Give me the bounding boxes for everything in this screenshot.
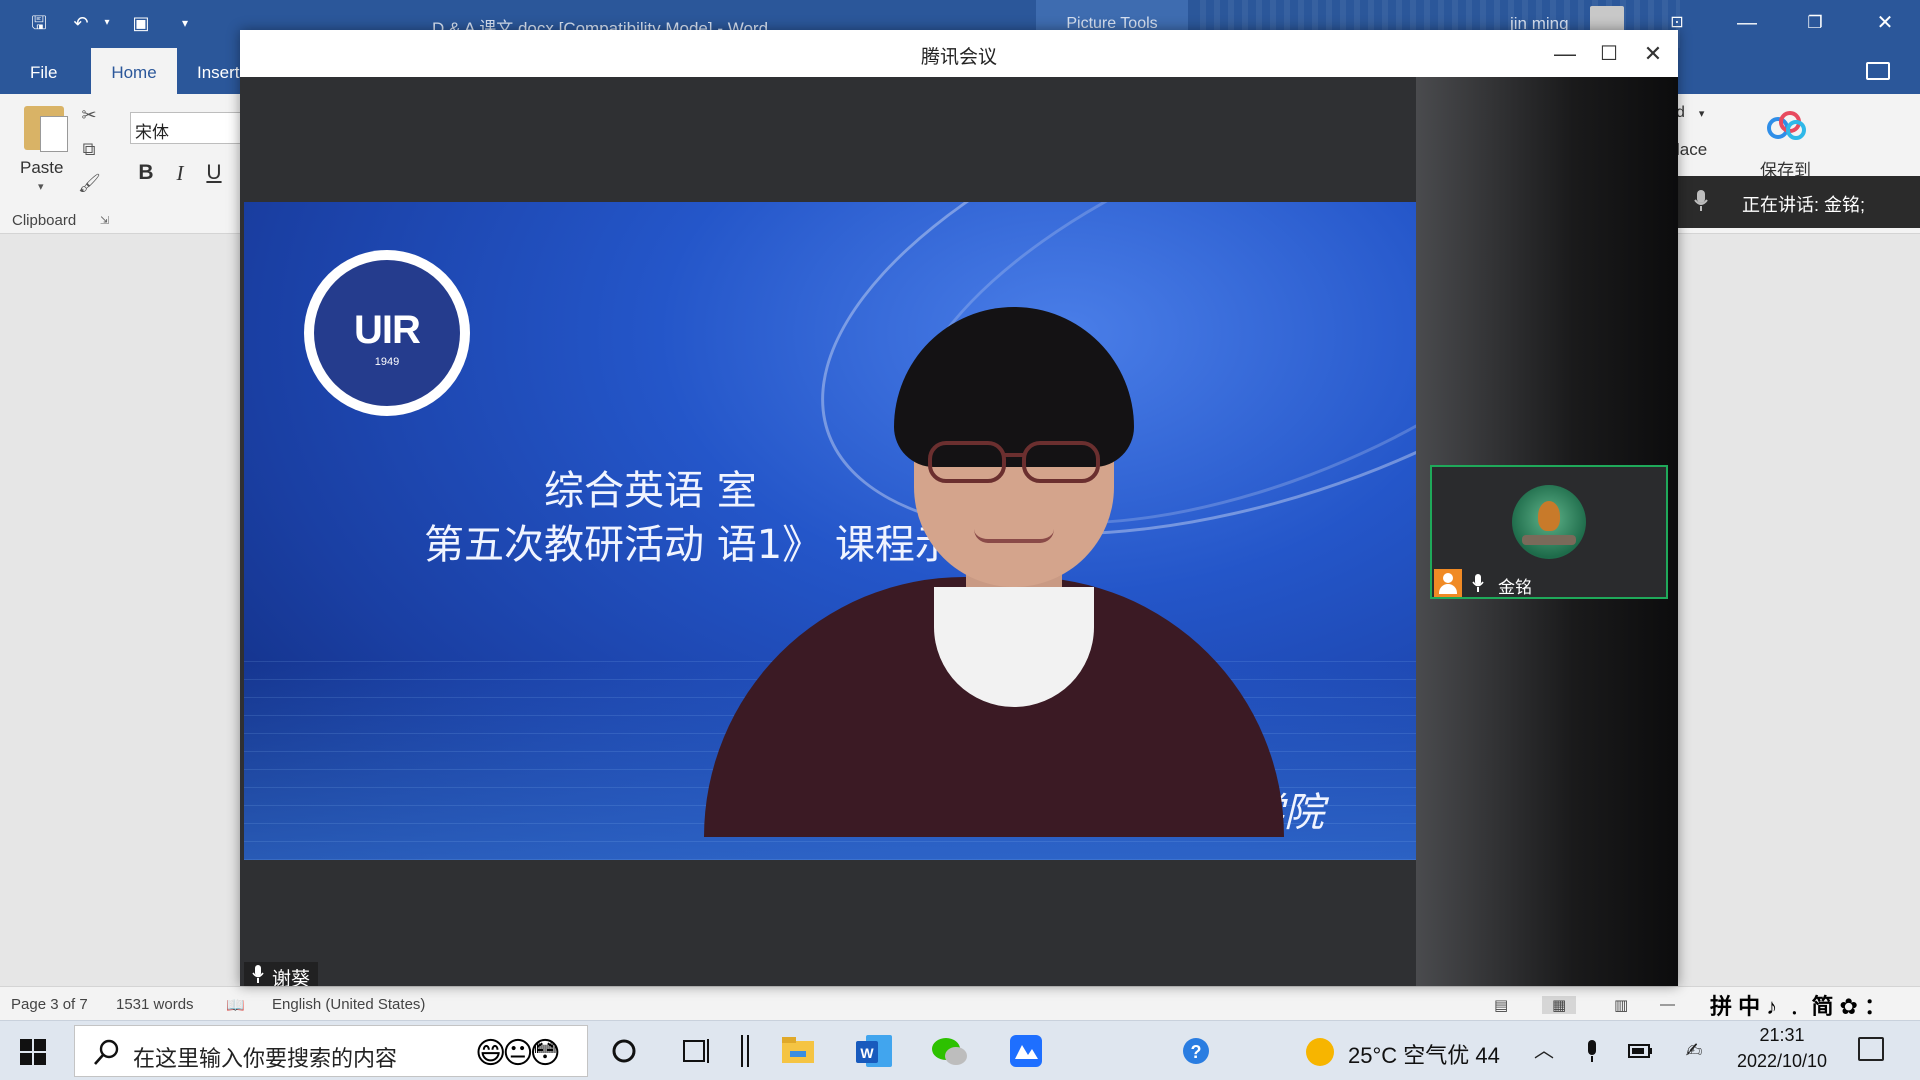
restore-icon[interactable]: ❐ bbox=[1800, 10, 1830, 36]
university-logo: UIR 1949 bbox=[304, 250, 470, 416]
find-button-partial[interactable]: d ▾ bbox=[1676, 104, 1704, 122]
status-bar: Page 3 of 7 1531 words 📖 English (United… bbox=[0, 986, 1920, 1020]
zoom-out-icon[interactable]: — bbox=[1660, 996, 1675, 1013]
help-icon[interactable]: ? bbox=[1172, 1029, 1224, 1073]
weather-widget[interactable]: 25°C 空气优 44 bbox=[1348, 1038, 1500, 1070]
find-dropdown-icon[interactable]: ▾ bbox=[1699, 108, 1705, 120]
participant-panel: 金铭 bbox=[1416, 77, 1678, 986]
save-icon[interactable]: ▣ bbox=[130, 12, 152, 34]
svg-text:W: W bbox=[860, 1045, 874, 1061]
font-name-field[interactable]: 宋体 bbox=[130, 112, 250, 144]
search-highlight-emoji[interactable]: 😄😐😳 bbox=[475, 1036, 561, 1071]
host-icon bbox=[1434, 569, 1462, 597]
clipboard-group-label: Clipboard bbox=[12, 212, 77, 229]
minimize-icon[interactable]: — bbox=[1732, 10, 1762, 36]
show-hidden-icons-icon[interactable]: ︿ bbox=[1530, 1037, 1558, 1065]
undo-dropdown-icon[interactable]: ▾ bbox=[96, 12, 118, 34]
main-speaker-label: 谢葵 bbox=[244, 962, 319, 986]
read-mode-icon[interactable]: ▤ bbox=[1494, 996, 1508, 1014]
participant-avatar bbox=[1512, 485, 1586, 559]
web-layout-icon[interactable]: ▥ bbox=[1614, 996, 1628, 1014]
taskbar-search[interactable]: 在这里输入你要搜索的内容 😄😐😳 bbox=[74, 1025, 588, 1077]
taskbar-divider-icon bbox=[741, 1035, 749, 1067]
participant-tile[interactable]: 金铭 bbox=[1430, 465, 1668, 599]
search-icon bbox=[94, 1039, 119, 1065]
comments-icon[interactable] bbox=[1866, 62, 1890, 80]
main-video[interactable]: UIR 1949 综合英语 室 第五次教研活动 语1》 课程示范课 关系学院 bbox=[244, 77, 1416, 986]
microphone-icon bbox=[1694, 190, 1708, 211]
windows-start-icon[interactable] bbox=[20, 1039, 46, 1065]
wechat-icon[interactable] bbox=[924, 1029, 976, 1073]
language-indicator[interactable]: English (United States) bbox=[272, 996, 425, 1013]
meeting-maximize-icon[interactable]: ☐ bbox=[1592, 38, 1626, 70]
cut-icon[interactable]: ✂ bbox=[78, 104, 100, 126]
customize-toolbar-icon[interactable]: ▾ bbox=[174, 12, 196, 34]
battery-icon[interactable] bbox=[1626, 1037, 1654, 1065]
pen-icon[interactable]: ✍ bbox=[1680, 1037, 1708, 1065]
main-speaker-name: 谢葵 bbox=[272, 969, 311, 986]
glasses bbox=[928, 441, 1100, 483]
file-explorer-icon[interactable] bbox=[772, 1029, 824, 1073]
cortana-icon[interactable] bbox=[598, 1029, 650, 1073]
meeting-window: 腾讯会议 — ☐ ✕ UIR 1949 综合英语 室 第五次教研活动 语1》 课… bbox=[240, 30, 1678, 986]
meeting-title-bar: 腾讯会议 — ☐ ✕ bbox=[240, 30, 1678, 77]
meeting-minimize-icon[interactable]: — bbox=[1548, 38, 1582, 70]
speaking-notification: 正在讲话: 金铭; bbox=[1674, 176, 1920, 228]
replace-button-partial[interactable]: lace bbox=[1676, 140, 1707, 160]
word-app-icon[interactable]: W bbox=[848, 1029, 900, 1073]
ime-toolbar[interactable]: 拼 中 ♪ ﹒ 简 ✿ ： bbox=[1710, 989, 1886, 1021]
proofing-icon[interactable]: 📖 bbox=[226, 996, 245, 1014]
search-input[interactable]: 在这里输入你要搜索的内容 bbox=[133, 1041, 397, 1073]
speaking-text: 正在讲话: 金铭; bbox=[1742, 195, 1866, 215]
notification-center-icon[interactable] bbox=[1858, 1037, 1884, 1061]
task-view-icon[interactable] bbox=[670, 1029, 722, 1073]
word-count[interactable]: 1531 words bbox=[116, 996, 194, 1013]
logo-text: UIR bbox=[354, 308, 421, 352]
participant-name: 金铭 bbox=[1498, 578, 1532, 597]
meeting-close-icon[interactable]: ✕ bbox=[1636, 38, 1670, 70]
autosave-icon[interactable]: 🖫 bbox=[28, 12, 50, 34]
italic-button[interactable]: I bbox=[168, 160, 192, 186]
undo-icon[interactable]: ↶ bbox=[70, 12, 92, 34]
paste-dropdown-icon[interactable]: ▾ bbox=[38, 180, 44, 193]
weather-sun-icon[interactable] bbox=[1306, 1038, 1334, 1066]
logo-year: 1949 bbox=[374, 356, 400, 368]
tencent-meeting-icon[interactable] bbox=[1000, 1029, 1052, 1073]
meeting-title: 腾讯会议 bbox=[920, 47, 997, 68]
tab-home[interactable]: Home bbox=[91, 48, 177, 94]
taskbar: 在这里输入你要搜索的内容 😄😐😳 W ? 25°C 空气优 44 ︿ ✍ 21:… bbox=[0, 1020, 1920, 1080]
microphone-icon bbox=[252, 965, 264, 983]
print-layout-icon[interactable]: ▦ bbox=[1542, 996, 1577, 1014]
copy-icon[interactable]: ⧉ bbox=[78, 138, 100, 160]
close-icon[interactable]: ✕ bbox=[1870, 10, 1900, 36]
clock-time[interactable]: 21:31 bbox=[1722, 1025, 1842, 1046]
bold-button[interactable]: B bbox=[134, 160, 158, 186]
underline-button[interactable]: U bbox=[202, 160, 226, 186]
paste-icon[interactable] bbox=[24, 106, 68, 152]
format-painter-icon[interactable]: 🖌 bbox=[78, 172, 101, 194]
participant-info-bar: 金铭 bbox=[1432, 569, 1666, 597]
page-count[interactable]: Page 3 of 7 bbox=[11, 996, 88, 1013]
cloud-save-icon[interactable] bbox=[1764, 110, 1808, 140]
microphone-tray-icon[interactable] bbox=[1578, 1037, 1606, 1065]
presenter-video bbox=[704, 247, 1284, 837]
paste-button[interactable]: Paste bbox=[20, 158, 63, 178]
clipboard-launcher-icon[interactable]: ⇲ bbox=[100, 214, 109, 227]
svg-text:?: ? bbox=[1191, 1042, 1202, 1062]
clock-date[interactable]: 2022/10/10 bbox=[1722, 1051, 1842, 1072]
microphone-icon bbox=[1472, 574, 1484, 592]
tab-file[interactable]: File bbox=[16, 48, 71, 94]
